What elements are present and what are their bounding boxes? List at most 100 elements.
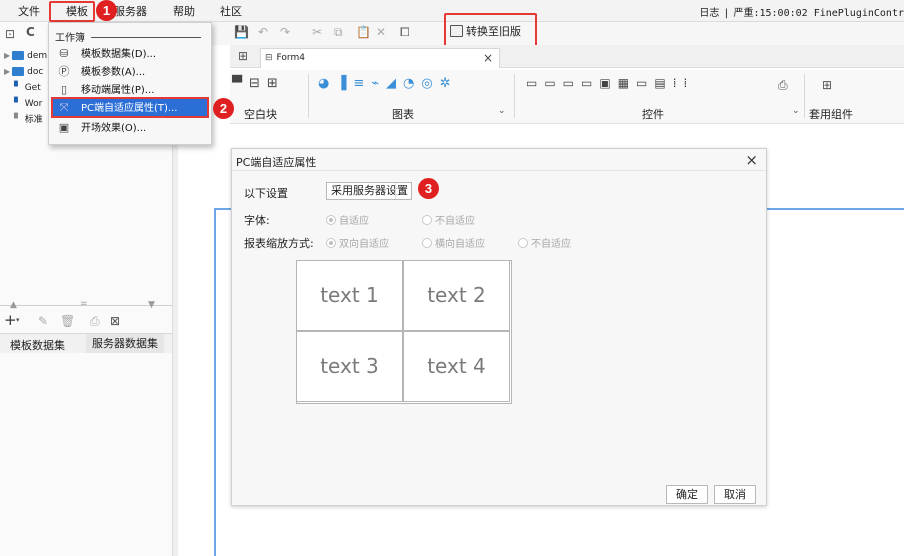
setting-select[interactable]: 采用服务器设置 ⌄	[326, 182, 412, 200]
document-tabs: ⊞ ⊟ Form4 ×	[230, 45, 904, 68]
widget-icons[interactable]: ▭▭▭▭▣▦▭▤⁞⁞	[526, 76, 694, 90]
delete-icon[interactable]: 🗑	[60, 314, 75, 328]
collapse-down-icon[interactable]: ▼	[148, 300, 155, 310]
chart-icons[interactable]: ◕▐≡⌁◢◔◎✲	[318, 76, 458, 91]
doc-icon: ⊟	[265, 53, 273, 63]
preview-cell: text 1	[296, 260, 403, 331]
highlight-template-menu	[49, 1, 95, 22]
database-icon: ⛁	[59, 47, 69, 60]
menu-item-template-params[interactable]: Ⓟ 模板参数(A)...	[53, 63, 207, 80]
menu-server[interactable]: 服务器	[114, 3, 147, 19]
delete-icon[interactable]: ✕	[376, 25, 386, 39]
title-divider	[232, 170, 766, 171]
font-radio-adaptive[interactable]: 自适应	[326, 212, 369, 227]
preview-grid: text 1 text 2 text 3 text 4	[296, 260, 512, 404]
ribbon-separator	[804, 74, 805, 118]
redo-icon[interactable]: ↷	[280, 25, 290, 39]
status-plugin: FinePluginContr	[813, 8, 904, 19]
add-dataset-icon[interactable]: +	[4, 311, 17, 329]
group-blank-block: 空白块	[244, 108, 277, 121]
header-divider	[91, 37, 201, 38]
tab-template-datasets[interactable]: 模板数据集	[10, 337, 65, 353]
status-time: 15:00:02	[759, 8, 808, 19]
tree-item[interactable]: ▶ dem	[4, 49, 47, 63]
preview-icon[interactable]: ⧠	[400, 25, 410, 40]
ok-button[interactable]: 确定	[666, 485, 708, 504]
radio-icon	[422, 238, 432, 248]
menu-item-template-datasets[interactable]: ⛁ 模板数据集(D)...	[53, 45, 207, 62]
log-link[interactable]: 日志	[699, 8, 719, 19]
menu-item-pc-adaptive[interactable]: ⤧ PC端自适应属性(T)...	[51, 97, 209, 118]
folder-icon	[12, 51, 25, 60]
widget-expand-icon[interactable]: ⌄	[792, 106, 800, 116]
chevron-down-icon: ⌄	[395, 183, 411, 199]
radio-checked-icon	[326, 215, 336, 225]
menu-file[interactable]: 文件	[18, 3, 40, 19]
close-tab-icon[interactable]: ×	[483, 49, 493, 67]
workbook-header: 工作簿	[55, 33, 85, 44]
status-area: 日志 | 严重:15:00:02 FinePluginContr	[699, 8, 904, 19]
tree-item[interactable]: ▶ doc	[4, 65, 43, 79]
preview-cell: text 2	[403, 260, 510, 331]
add-dropdown-icon[interactable]: ▾	[16, 316, 20, 324]
radio-checked-icon	[326, 238, 336, 248]
setting-label: 以下设置	[244, 187, 288, 200]
undo-icon[interactable]: ↶	[258, 25, 268, 39]
convert-to-old-button[interactable]: 转换至旧版	[450, 23, 521, 39]
tree-item[interactable]: ▘ Wor	[14, 97, 42, 111]
scale-radio-none[interactable]: 不自适应	[518, 235, 571, 250]
menu-help[interactable]: 帮助	[173, 3, 195, 19]
pc-adaptive-dialog: PC端自适应属性 × 以下设置 采用服务器设置 ⌄ 3 字体: 自适应 不自适应…	[231, 148, 767, 506]
cut-icon[interactable]: ✂	[312, 25, 322, 39]
tab-form4[interactable]: ⊟ Form4 ×	[260, 48, 500, 68]
form-file-icon: ▘	[14, 98, 22, 109]
close-icon[interactable]: ×	[745, 151, 758, 169]
collapse-up-icon[interactable]: ▲	[10, 300, 17, 310]
group-chart: 图表	[392, 108, 414, 121]
edit-icon[interactable]: ✎	[38, 314, 48, 328]
form-file-icon: ▘	[14, 82, 22, 93]
film-icon: ▣	[58, 121, 70, 134]
tab-server-datasets[interactable]: 服务器数据集	[86, 334, 164, 353]
refresh-icon[interactable]: C	[26, 25, 35, 39]
paste-icon[interactable]: 📋	[356, 25, 371, 39]
tree-item[interactable]: ▘ Get	[14, 81, 41, 95]
main-toolbar: 💾 ↶ ↷ ✂ ⧉ 📋 ✕ ⧠	[178, 22, 904, 45]
file-icon: ▘	[14, 114, 22, 125]
dialog-title: PC端自适应属性	[236, 156, 317, 169]
chart-expand-icon[interactable]: ⌄	[498, 106, 506, 116]
menu-community[interactable]: 社区	[220, 3, 242, 19]
scale-label: 报表缩放方式:	[244, 237, 314, 250]
template-dropdown-menu: 工作簿 ⛁ 模板数据集(D)... Ⓟ 模板参数(A)... ▯ 移动端属性(P)..…	[48, 22, 212, 145]
font-radio-non-adaptive[interactable]: 不自适应	[422, 212, 475, 227]
form-grid-icon[interactable]: ⊞	[238, 49, 248, 63]
radio-icon	[518, 238, 528, 248]
new-folder-icon[interactable]: ⊡	[5, 27, 15, 41]
cancel-button[interactable]: 取消	[714, 485, 756, 504]
ribbon-separator	[308, 74, 309, 118]
menu-item-mobile-props[interactable]: ▯ 移动端属性(P)...	[53, 81, 207, 98]
ribbon: ▀⊟⊞ 空白块 ◕▐≡⌁◢◔◎✲ 图表 ⌄ ▭▭▭▭▣▦▭▤⁞⁞ 控件 ⎙ ⌄ …	[230, 70, 904, 124]
group-components: 套用组件	[809, 108, 853, 121]
convert-icon	[450, 25, 463, 37]
scale-radio-both[interactable]: 双向自适应	[326, 235, 389, 250]
severity-label: 严重	[733, 8, 754, 19]
adaptive-icon: ⤧	[59, 101, 69, 114]
scale-radio-horizontal[interactable]: 横向自适应	[422, 235, 485, 250]
ribbon-separator	[514, 74, 515, 118]
preview-icon[interactable]: ⎙	[90, 314, 100, 329]
step-badge-2: 2	[213, 98, 234, 119]
folder-icon	[12, 67, 25, 76]
blank-block-icons[interactable]: ▀⊟⊞	[232, 76, 285, 91]
step-badge-1: 1	[96, 0, 117, 21]
step-badge-3: 3	[418, 178, 439, 199]
drag-handle-icon[interactable]: =	[80, 299, 88, 309]
component-icon[interactable]: ⊞	[822, 78, 832, 92]
save-icon[interactable]: 💾	[234, 25, 249, 39]
tree-item[interactable]: ▘ 标准	[14, 113, 43, 127]
mobile-icon: ▯	[60, 83, 68, 96]
menu-item-opening-effect[interactable]: ▣ 开场效果(O)...	[53, 119, 207, 136]
widget-extra-icon[interactable]: ⎙	[778, 78, 788, 93]
copy-icon[interactable]: ⧉	[334, 25, 343, 40]
dataset-config-icon[interactable]: ⊠	[110, 314, 120, 328]
